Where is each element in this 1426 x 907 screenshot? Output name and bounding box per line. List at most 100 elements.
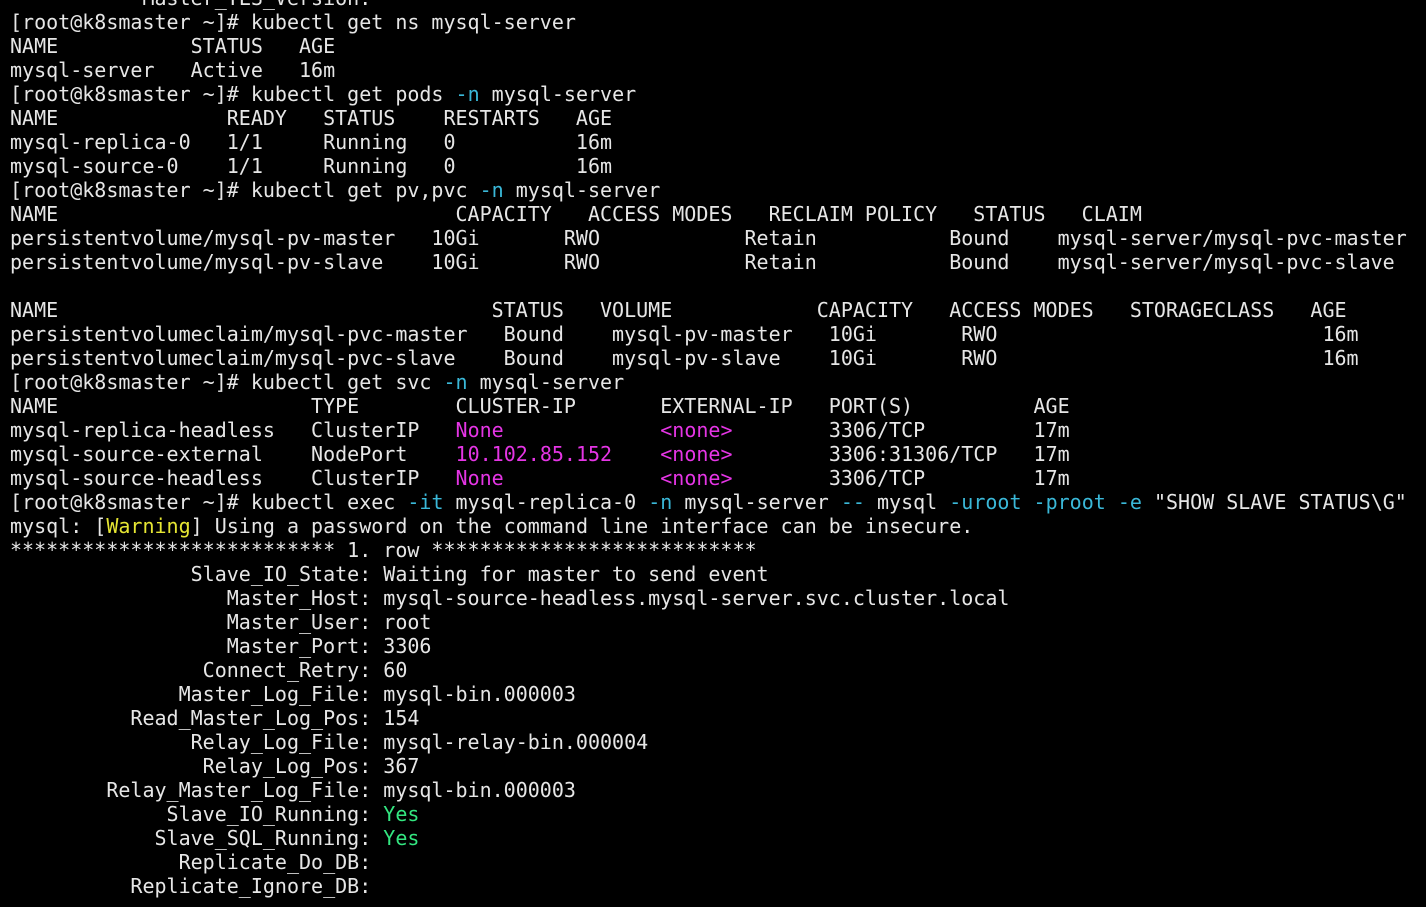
terminal-text-flag: -- xyxy=(840,490,865,514)
terminal-text: Master_User: root xyxy=(10,610,432,634)
terminal-text: [root@k8smaster ~]# kubectl get ns mysql… xyxy=(10,10,576,34)
terminal-text-magenta: 10.102.85.152 xyxy=(455,442,613,466)
terminal-window[interactable]: Master_TLS_Version:[root@k8smaster ~]# k… xyxy=(0,0,1426,907)
terminal-text-flag: -e xyxy=(1117,490,1142,514)
terminal-text: Master_Log_File: mysql-bin.000003 xyxy=(10,682,576,706)
terminal-text: Slave_IO_State: Waiting for master to se… xyxy=(10,562,769,586)
terminal-text: mysql-server xyxy=(467,370,625,394)
terminal-text: "SHOW SLAVE STATUS\G" xyxy=(1141,490,1407,514)
terminal-line: mysql-source-0 1/1 Running 0 16m xyxy=(10,154,1426,178)
terminal-text-magenta: <none> xyxy=(660,466,733,490)
terminal-line: Relay_Log_File: mysql-relay-bin.000004 xyxy=(10,730,1426,754)
terminal-text: persistentvolume/mysql-pv-master 10Gi RW… xyxy=(10,226,1407,250)
terminal-text: mysql-replica-headless ClusterIP xyxy=(10,418,456,442)
terminal-line: Master_Host: mysql-source-headless.mysql… xyxy=(10,586,1426,610)
terminal-text-flag: -n xyxy=(455,82,480,106)
terminal-text: mysql-server xyxy=(479,82,637,106)
terminal-line: [root@k8smaster ~]# kubectl get ns mysql… xyxy=(10,10,1426,34)
terminal-line: Read_Master_Log_Pos: 154 xyxy=(10,706,1426,730)
terminal-text: Replicate_Do_DB: xyxy=(10,850,372,874)
terminal-text-flag: -n xyxy=(443,370,468,394)
terminal-line: NAME TYPE CLUSTER-IP EXTERNAL-IP PORT(S)… xyxy=(10,394,1426,418)
terminal-text: [root@k8smaster ~]# kubectl exec xyxy=(10,490,408,514)
terminal-text: [root@k8smaster ~]# kubectl get pv,pvc xyxy=(10,178,480,202)
terminal-text-flag: -proot xyxy=(1033,490,1106,514)
terminal-text: NAME STATUS VOLUME CAPACITY ACCESS MODES… xyxy=(10,298,1347,322)
terminal-line: mysql-server Active 16m xyxy=(10,58,1426,82)
terminal-text: NAME CAPACITY ACCESS MODES RECLAIM POLIC… xyxy=(10,202,1142,226)
terminal-line: mysql-replica-0 1/1 Running 0 16m xyxy=(10,130,1426,154)
terminal-text-green: Yes xyxy=(383,802,420,826)
terminal-text: [root@k8smaster ~]# kubectl get pods xyxy=(10,82,456,106)
terminal-text: Master_TLS_Version: xyxy=(10,0,371,10)
terminal-line: Replicate_Do_DB: xyxy=(10,850,1426,874)
terminal-line: [root@k8smaster ~]# kubectl get pv,pvc -… xyxy=(10,178,1426,202)
terminal-text: Relay_Log_File: mysql-relay-bin.000004 xyxy=(10,730,649,754)
terminal-line: [root@k8smaster ~]# kubectl get pods -n … xyxy=(10,82,1426,106)
terminal-text: Master_Port: 3306 xyxy=(10,634,432,658)
terminal-line: mysql-source-external NodePort 10.102.85… xyxy=(10,442,1426,466)
terminal-line: persistentvolumeclaim/mysql-pvc-master B… xyxy=(10,322,1426,346)
terminal-line: mysql-replica-headless ClusterIP None <n… xyxy=(10,418,1426,442)
terminal-line: Relay_Log_Pos: 367 xyxy=(10,754,1426,778)
terminal-line: persistentvolume/mysql-pv-master 10Gi RW… xyxy=(10,226,1426,250)
terminal-line: Master_User: root xyxy=(10,610,1426,634)
terminal-line: mysql: [Warning] Using a password on the… xyxy=(10,514,1426,538)
terminal-line: NAME STATUS AGE xyxy=(10,34,1426,58)
terminal-line: NAME CAPACITY ACCESS MODES RECLAIM POLIC… xyxy=(10,202,1426,226)
terminal-text-magenta: None xyxy=(455,418,504,442)
terminal-text: Connect_Retry: 60 xyxy=(10,658,408,682)
terminal-text: Read_Master_Log_Pos: 154 xyxy=(10,706,420,730)
terminal-line: mysql-source-headless ClusterIP None <no… xyxy=(10,466,1426,490)
terminal-text: mysql-replica-0 1/1 Running 0 16m xyxy=(10,130,613,154)
terminal-text-yellow: Warning xyxy=(106,514,191,538)
terminal-text: Slave_SQL_Running: xyxy=(10,826,384,850)
terminal-text: persistentvolumeclaim/mysql-pvc-slave Bo… xyxy=(10,346,1359,370)
terminal-text: mysql xyxy=(864,490,950,514)
terminal-line: Slave_IO_Running: Yes xyxy=(10,802,1426,826)
terminal-text: Slave_IO_Running: xyxy=(10,802,384,826)
terminal-line: Replicate_Ignore_DB: xyxy=(10,874,1426,898)
terminal-text-magenta: <none> xyxy=(660,418,733,442)
terminal-text: mysql-server xyxy=(672,490,841,514)
terminal-line: Relay_Master_Log_File: mysql-bin.000003 xyxy=(10,778,1426,802)
terminal-line: NAME READY STATUS RESTARTS AGE xyxy=(10,106,1426,130)
terminal-text: mysql-server xyxy=(503,178,661,202)
terminal-text: 3306:31306/TCP 17m xyxy=(732,442,1070,466)
terminal-text: 3306/TCP 17m xyxy=(732,466,1070,490)
terminal-text: persistentvolume/mysql-pv-slave 10Gi RWO… xyxy=(10,250,1395,274)
terminal-text: NAME STATUS AGE xyxy=(10,34,336,58)
terminal-text: mysql-source-headless ClusterIP xyxy=(10,466,456,490)
terminal-text-flag: -n xyxy=(479,178,504,202)
terminal-text: mysql-source-external NodePort xyxy=(10,442,456,466)
terminal-line: [root@k8smaster ~]# kubectl exec -it mys… xyxy=(10,490,1426,514)
terminal-line: Master_Log_File: mysql-bin.000003 xyxy=(10,682,1426,706)
terminal-text-flag: -n xyxy=(648,490,673,514)
terminal-text: persistentvolumeclaim/mysql-pvc-master B… xyxy=(10,322,1359,346)
terminal-text-green: Yes xyxy=(383,826,420,850)
terminal-text: Relay_Master_Log_File: mysql-bin.000003 xyxy=(10,778,576,802)
terminal-line: Slave_IO_State: Waiting for master to se… xyxy=(10,562,1426,586)
terminal-output: Master_TLS_Version:[root@k8smaster ~]# k… xyxy=(10,0,1426,898)
terminal-line: *************************** 1. row *****… xyxy=(10,538,1426,562)
terminal-text-magenta: <none> xyxy=(660,442,733,466)
terminal-text: Master_Host: mysql-source-headless.mysql… xyxy=(10,586,1010,610)
terminal-text: [root@k8smaster ~]# kubectl get svc xyxy=(10,370,444,394)
terminal-text: 3306/TCP 17m xyxy=(732,418,1070,442)
terminal-line: Slave_SQL_Running: Yes xyxy=(10,826,1426,850)
terminal-line: NAME STATUS VOLUME CAPACITY ACCESS MODES… xyxy=(10,298,1426,322)
terminal-text-flag: -uroot xyxy=(949,490,1022,514)
terminal-text: Replicate_Ignore_DB: xyxy=(10,874,372,898)
terminal-text: NAME READY STATUS RESTARTS AGE xyxy=(10,106,613,130)
terminal-text: NAME TYPE CLUSTER-IP EXTERNAL-IP PORT(S)… xyxy=(10,394,1070,418)
terminal-text: mysql: [ xyxy=(10,514,107,538)
terminal-line: Master_Port: 3306 xyxy=(10,634,1426,658)
terminal-text: ] Using a password on the command line i… xyxy=(190,514,974,538)
terminal-line: Master_TLS_Version: xyxy=(10,0,1426,10)
